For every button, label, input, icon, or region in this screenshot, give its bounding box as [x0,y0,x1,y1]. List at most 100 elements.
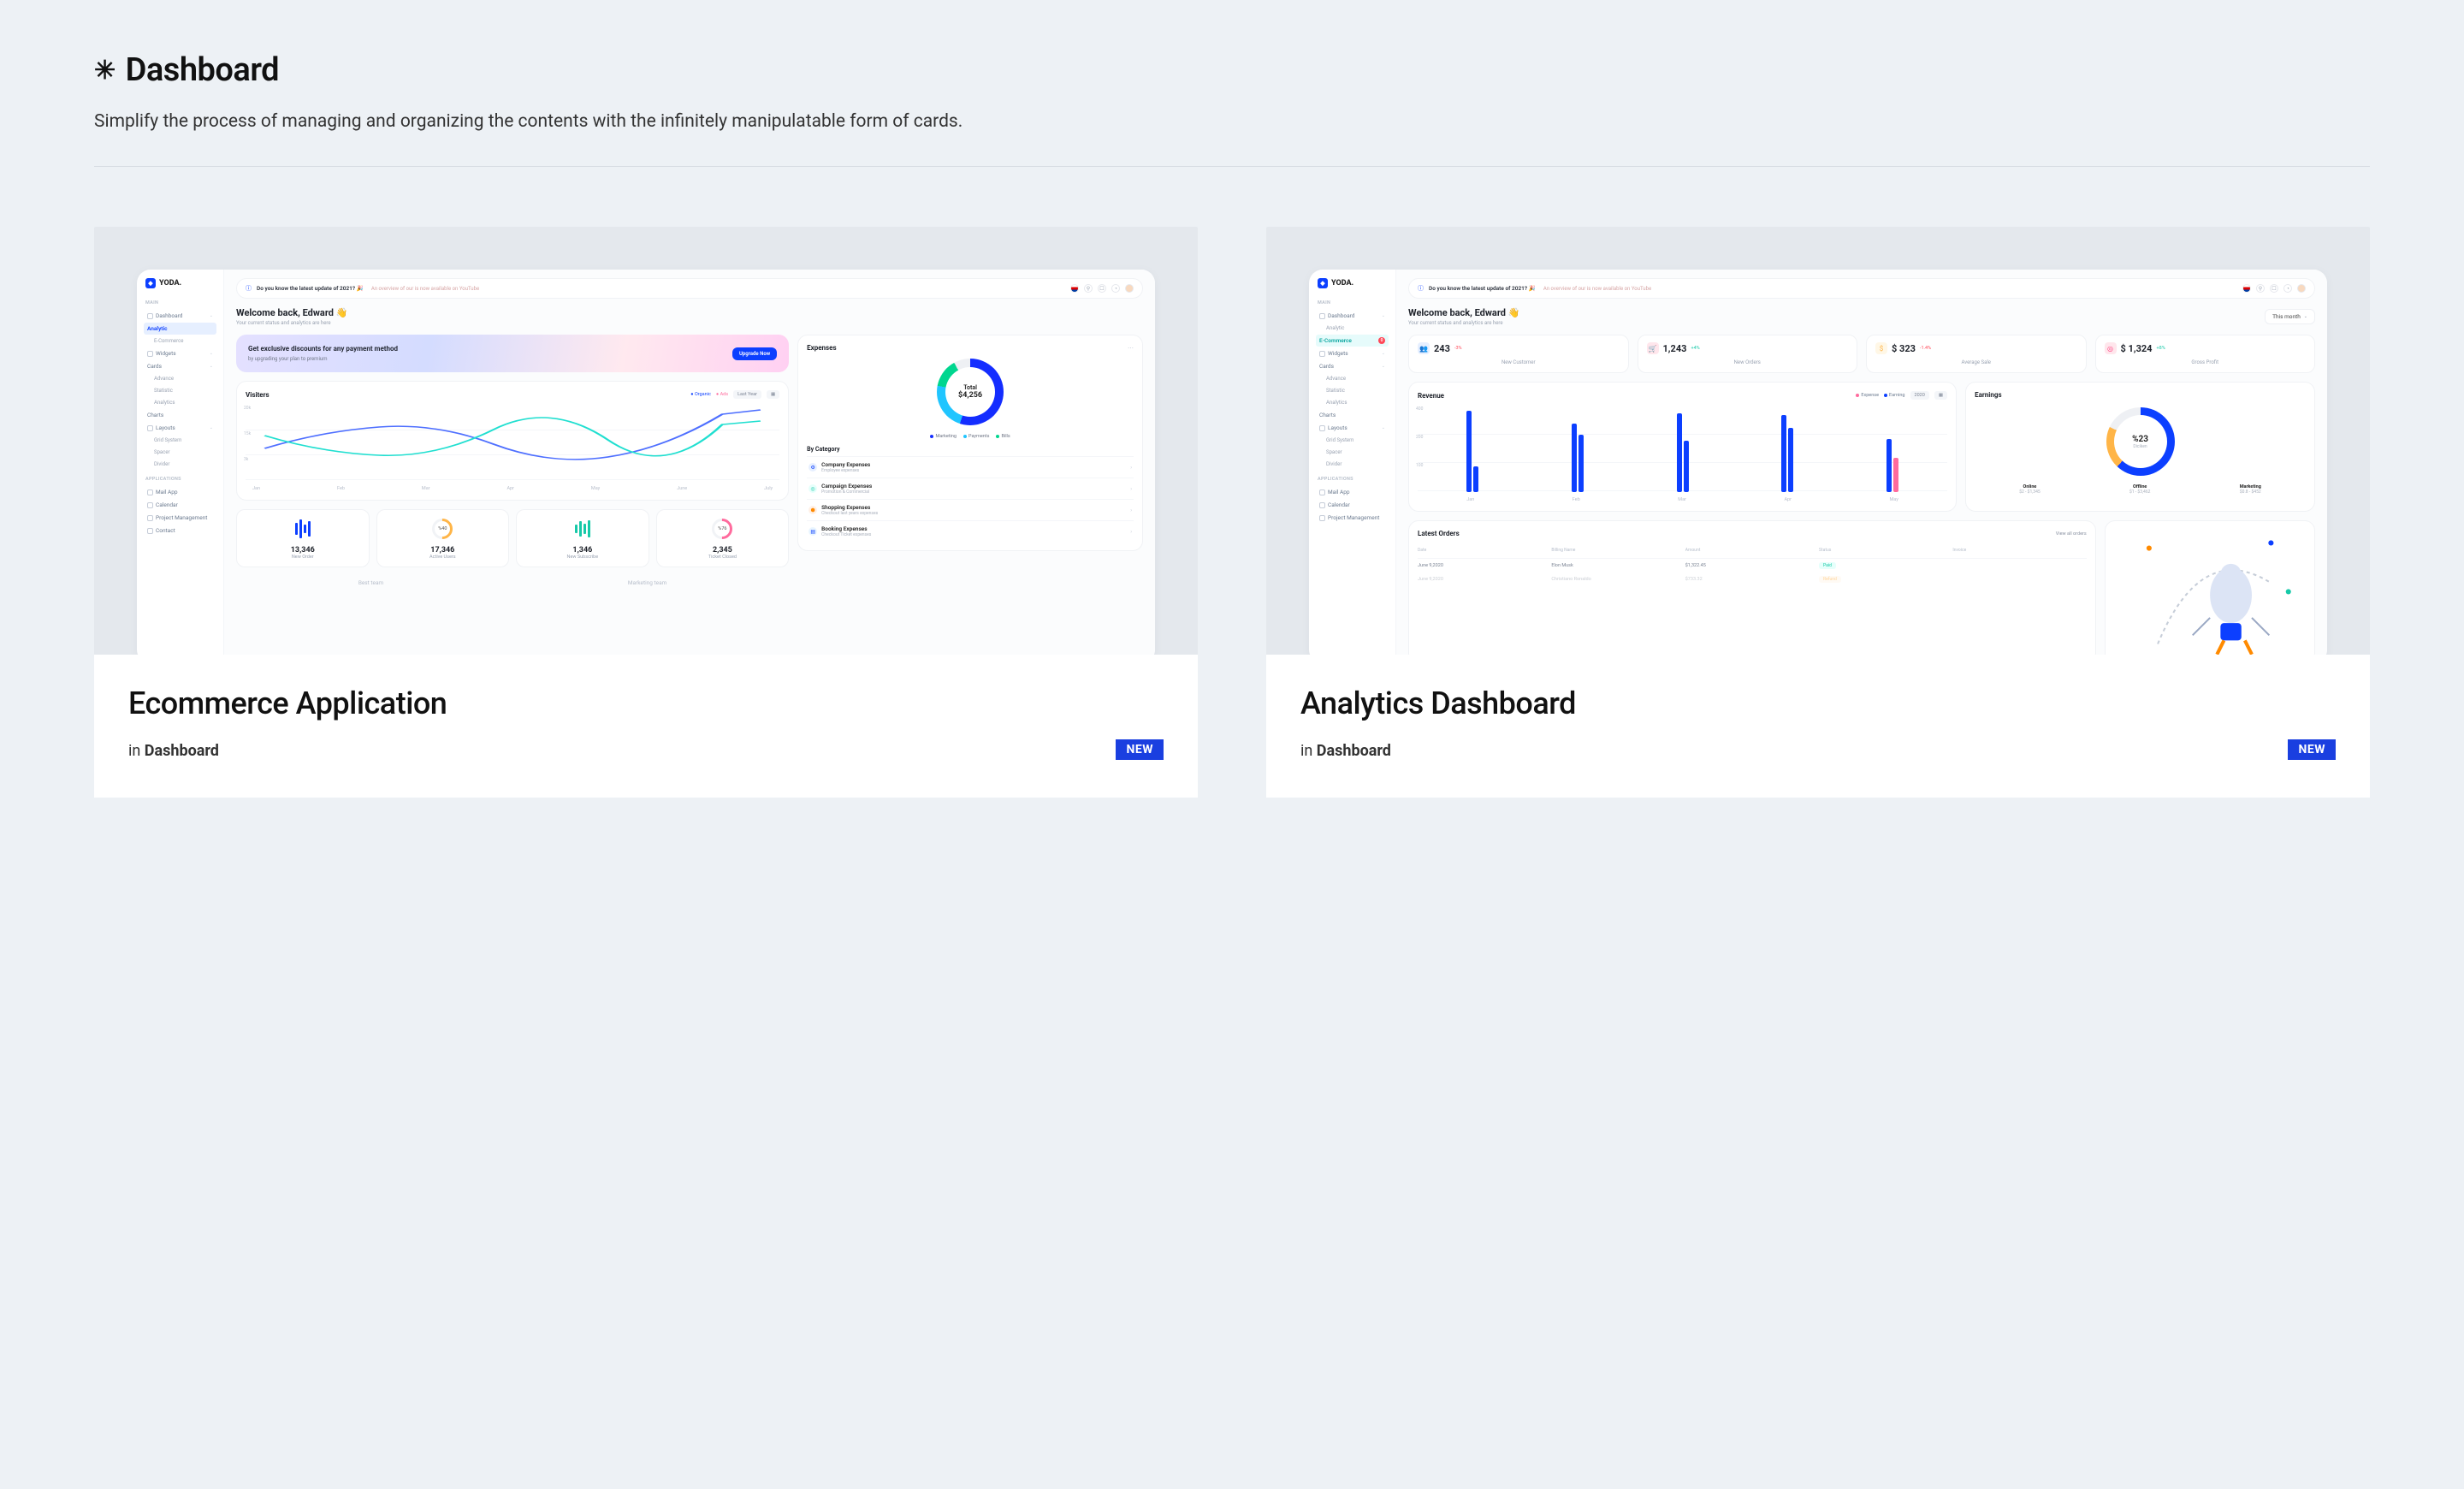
sidebar-section-main: MAIN [145,300,216,306]
upgrade-button[interactable]: Upgrade Now [732,347,777,360]
tab-organic[interactable]: Organic [695,392,711,397]
brand-text: YODA. [159,279,181,288]
card-meta-ecommerce: in Dashboard [128,742,1164,760]
preview-ecommerce: ◆ YODA. MAIN Dashboard⌄ Analytic E-Comme… [94,227,1198,655]
orders-panel: Latest Orders View all orders DateBillin… [1408,520,2096,655]
sidebar-item-layouts[interactable]: Layouts⌄ [144,422,216,434]
card-meta-analytics: in Dashboard [1300,742,2336,760]
sidebar-item-widgets[interactable]: Widgets⌄ [1316,347,1389,359]
sidebar: ◆ YODA. MAIN Dashboard⌄ Analytic E-Comme… [137,270,224,655]
search-icon[interactable]: ⚲ [2256,284,2265,293]
divider [94,166,2370,167]
promo-title: Get exclusive discounts for any payment … [248,345,398,353]
category-shopping[interactable]: ⬢Shopping ExpensesCheckout last years ex… [807,499,1134,520]
message-icon[interactable]: ☐ [2270,284,2278,293]
page-title: ✳ Dashboard [94,51,2370,89]
message-icon[interactable]: ☐ [1098,284,1106,293]
bell-icon[interactable]: ◔ [1111,284,1120,293]
sidebar-item-dashboard[interactable]: Dashboard⌄ [144,310,216,322]
stats-row: 13,346New Order %40 17,346Active Users 1… [236,509,789,567]
card-analytics[interactable]: ◆ YODA. MAIN Dashboard⌄ Analytic E-Comme… [1266,227,2370,798]
bell-icon[interactable]: ◔ [2283,284,2292,293]
visiters-panel: Visiters ● Organic ● Ads Last Year ▦ [236,381,789,501]
expenses-donut: Total$4,256 [937,359,1004,425]
earnings-panel: Earnings %23Diciken Online$2 - $1,345 Of… [1965,382,2315,512]
kpi-customer: 👥243-3%New Customer [1408,335,1629,373]
sidebar-item-advance[interactable]: Advance [144,373,216,384]
sidebar-item-cards[interactable]: Cards⌄ [144,360,216,372]
order-row[interactable]: June 9,2020Christiano Ronaldo$733.32Refu… [1418,572,2087,586]
sidebar-item-mail[interactable]: Mail App [144,486,216,498]
kpi-orders: 🛒1,243+4%New Orders [1638,335,1858,373]
info-icon: ⓘ [246,284,252,293]
new-badge: NEW [2288,739,2336,760]
earnings-donut: %23Diciken [2106,407,2175,476]
welcome-title: Welcome back, Edward 👋 [236,307,1143,318]
logo-icon: ◆ [1318,278,1328,288]
illustration-panel [2105,520,2315,655]
sidebar-item-contact[interactable]: Contact [144,525,216,537]
sidebar-item-analytic[interactable]: Analytic [144,323,216,335]
promo-banner: Get exclusive discounts for any payment … [236,335,789,372]
sidebar-item-ecommerce[interactable]: E-Commerce [144,335,216,347]
stat-neworder: 13,346New Order [236,509,370,567]
topbar-note: An overview of our is now available on Y… [371,286,479,292]
sidebar-item-statistic[interactable]: Statistic [144,385,216,396]
expenses-title: Expenses [807,344,836,352]
visiters-title: Visiters [246,391,270,399]
sidebar-item-grid[interactable]: Grid System [144,435,216,446]
search-icon[interactable]: ⚲ [1084,284,1093,293]
sidebar-item-analytic[interactable]: Analytic [1316,323,1389,334]
year-selector[interactable]: 2020 [1910,391,1929,400]
sidebar-item-cards[interactable]: Cards⌄ [1316,360,1389,372]
revenue-panel: Revenue Expense Earning 2020 ▦ [1408,382,1957,512]
tab-ads[interactable]: Ads [720,392,729,397]
sidebar-item-analytics[interactable]: Analytics [144,397,216,408]
calendar-icon[interactable]: ▦ [1934,391,1947,400]
sidebar-section-apps: APPLICATIONS [145,477,216,482]
sidebar-item-project[interactable]: Project Management [144,512,216,524]
kpi-avgsale: $$ 323-1.4%Average Sale [1866,335,2087,373]
logo-icon: ◆ [145,278,156,288]
sidebar-b: ◆ YODA. MAIN Dashboard⌄ Analytic E-Comme… [1309,270,1396,655]
sidebar-item-divider[interactable]: Divider [144,459,216,470]
card-ecommerce[interactable]: ◆ YODA. MAIN Dashboard⌄ Analytic E-Comme… [94,227,1198,798]
sidebar-item-dashboard[interactable]: Dashboard⌄ [1316,310,1389,322]
stat-active: %40 17,346Active Users [376,509,510,567]
flag-icon[interactable] [1070,284,1079,293]
sidebar-item-widgets[interactable]: Widgets⌄ [144,347,216,359]
sidebar-item-charts[interactable]: Charts [144,409,216,421]
category-campaign[interactable]: ◎Campaign ExpensesPromotion & Commercial… [807,478,1134,499]
avatar[interactable] [1125,284,1134,293]
calendar-icon[interactable]: ▦ [767,390,779,399]
expenses-panel: Expenses ⋯ Total$4,256 Marketing Payment… [797,335,1143,551]
welcome-sub: Your current status and analytics are he… [236,320,1143,326]
new-badge: NEW [1116,739,1164,760]
category-booking[interactable]: ▤Booking ExpensesCheckout Ticket expense… [807,520,1134,542]
preview-analytics: ◆ YODA. MAIN Dashboard⌄ Analytic E-Comme… [1266,227,2370,655]
avatar[interactable] [2297,284,2306,293]
more-icon[interactable]: ⋯ [1128,345,1134,352]
sidebar-item-ecommerce-active[interactable]: E-Commerce [1316,335,1389,347]
stat-subscribe: 1,346New Subscribe [516,509,649,567]
spark-icon: ✳ [94,56,116,86]
topbar: ⓘ Do you know the latest update of 2021?… [236,278,1143,299]
page-title-text: Dashboard [126,51,279,89]
flag-icon[interactable] [2242,284,2251,293]
topbar-question: Do you know the latest update of 2021? 🎉 [257,285,364,292]
logo: ◆ YODA. [1316,278,1389,288]
month-selector[interactable]: This month⌄ [2265,309,2315,324]
sidebar-item-spacer[interactable]: Spacer [144,447,216,458]
by-category-title: By Category [807,446,1134,453]
range-selector[interactable]: Last Year [733,390,761,399]
page-subtitle: Simplify the process of managing and org… [94,111,2370,132]
order-row[interactable]: June 9,2020Elon Musk$1,322.45Paid [1418,559,2087,572]
view-all-link[interactable]: View all orders [2056,531,2087,537]
stat-ticket: %76 2,345Ticket Closed [656,509,790,567]
logo: ◆ YODA. [144,278,216,288]
card-title-analytics: Analytics Dashboard [1300,685,2336,721]
category-company[interactable]: ⚙Company ExpensesEmployee expenses› [807,456,1134,478]
sidebar-item-calendar[interactable]: Calendar [144,499,216,511]
promo-sub: by upgrading your plan to premium [248,356,398,362]
info-icon: ⓘ [1418,284,1424,293]
